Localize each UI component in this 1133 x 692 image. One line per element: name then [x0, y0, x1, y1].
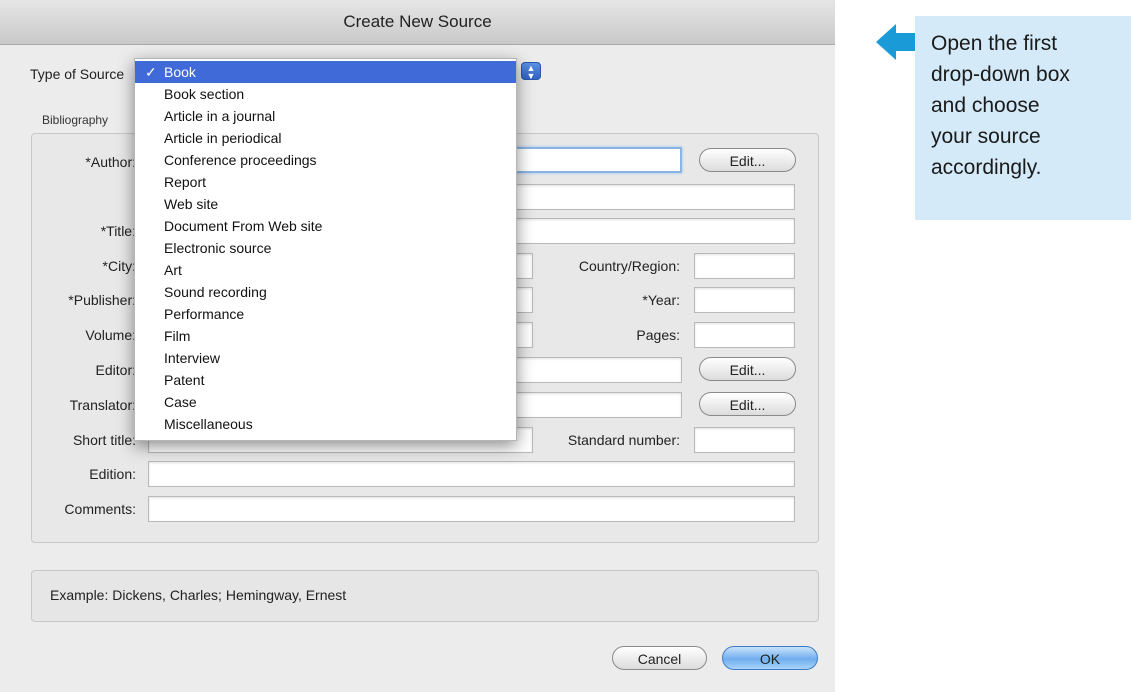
select-arrows-icon[interactable]: ▲ ▼ [521, 62, 541, 81]
dropdown-item-interview[interactable]: Interview [135, 347, 516, 369]
checkmark-icon: ✓ [145, 64, 157, 80]
pages-field[interactable] [694, 322, 795, 348]
translator-edit-button[interactable]: Edit... [699, 392, 796, 416]
dropdown-item-case[interactable]: Case [135, 391, 516, 413]
dropdown-item-patent[interactable]: Patent [135, 369, 516, 391]
volume-label: Volume: [85, 327, 136, 343]
year-label: *Year: [642, 292, 680, 308]
callout-line: your source [931, 125, 1041, 148]
country-region-label: Country/Region: [578, 258, 680, 274]
example-text: Example: Dickens, Charles; Hemingway, Er… [50, 587, 347, 603]
dropdown-item-label: Book [164, 64, 196, 80]
dropdown-item-conference[interactable]: Conference proceedings [135, 149, 516, 171]
dropdown-item-report[interactable]: Report [135, 171, 516, 193]
standard-number-field[interactable] [694, 427, 795, 453]
edition-field[interactable] [148, 461, 795, 487]
edition-label: Edition: [89, 466, 136, 482]
example-box: Example: Dickens, Charles; Hemingway, Er… [31, 570, 819, 622]
dropdown-item-book-section[interactable]: Book section [135, 83, 516, 105]
author-label: *Author: [85, 154, 136, 170]
city-label: *City: [102, 258, 136, 274]
dropdown-item-electronic[interactable]: Electronic source [135, 237, 516, 259]
title-label: *Title: [100, 223, 136, 239]
ok-button[interactable]: OK [722, 646, 818, 670]
short-title-label: Short title: [72, 432, 136, 448]
dropdown-item-sound-recording[interactable]: Sound recording [135, 281, 516, 303]
standard-number-label: Standard number: [567, 432, 680, 448]
dropdown-item-article-journal[interactable]: Article in a journal [135, 105, 516, 127]
cancel-button[interactable]: Cancel [612, 646, 707, 670]
year-field[interactable] [694, 287, 795, 313]
editor-edit-button[interactable]: Edit... [699, 357, 796, 381]
source-type-dropdown: ✓ Book Book section Article in a journal… [134, 58, 517, 441]
dropdown-item-miscellaneous[interactable]: Miscellaneous [135, 413, 516, 435]
instruction-callout: Open the first drop-down box and choose … [915, 16, 1131, 220]
dropdown-item-performance[interactable]: Performance [135, 303, 516, 325]
dropdown-item-art[interactable]: Art [135, 259, 516, 281]
create-source-dialog: Create New Source Type of Source ▲ ▼ Bibl… [0, 0, 835, 692]
country-region-field[interactable] [694, 253, 795, 279]
comments-label: Comments: [64, 501, 136, 517]
dialog-title: Create New Source [343, 12, 492, 31]
callout-line: Open the first [931, 32, 1058, 55]
title-bar: Create New Source [0, 0, 835, 45]
editor-label: Editor: [95, 362, 136, 378]
dropdown-item-article-periodical[interactable]: Article in periodical [135, 127, 516, 149]
dropdown-item-book[interactable]: ✓ Book [135, 61, 516, 83]
callout-arrow-icon [876, 24, 916, 60]
type-of-source-label: Type of Source [30, 66, 125, 82]
callout-text: Open the first drop-down box and choose … [931, 28, 1070, 183]
callout-line: accordingly. [931, 156, 1042, 179]
bibliography-label: Bibliography [42, 113, 109, 127]
translator-label: Translator: [69, 397, 136, 413]
comments-field[interactable] [148, 496, 795, 522]
callout-line: drop-down box [931, 63, 1070, 86]
pages-label: Pages: [636, 327, 680, 343]
callout-line: and choose [931, 94, 1040, 117]
dropdown-item-film[interactable]: Film [135, 325, 516, 347]
author-edit-button[interactable]: Edit... [699, 148, 796, 172]
publisher-label: *Publisher: [68, 292, 136, 308]
dropdown-item-web-site[interactable]: Web site [135, 193, 516, 215]
dropdown-item-document-web[interactable]: Document From Web site [135, 215, 516, 237]
